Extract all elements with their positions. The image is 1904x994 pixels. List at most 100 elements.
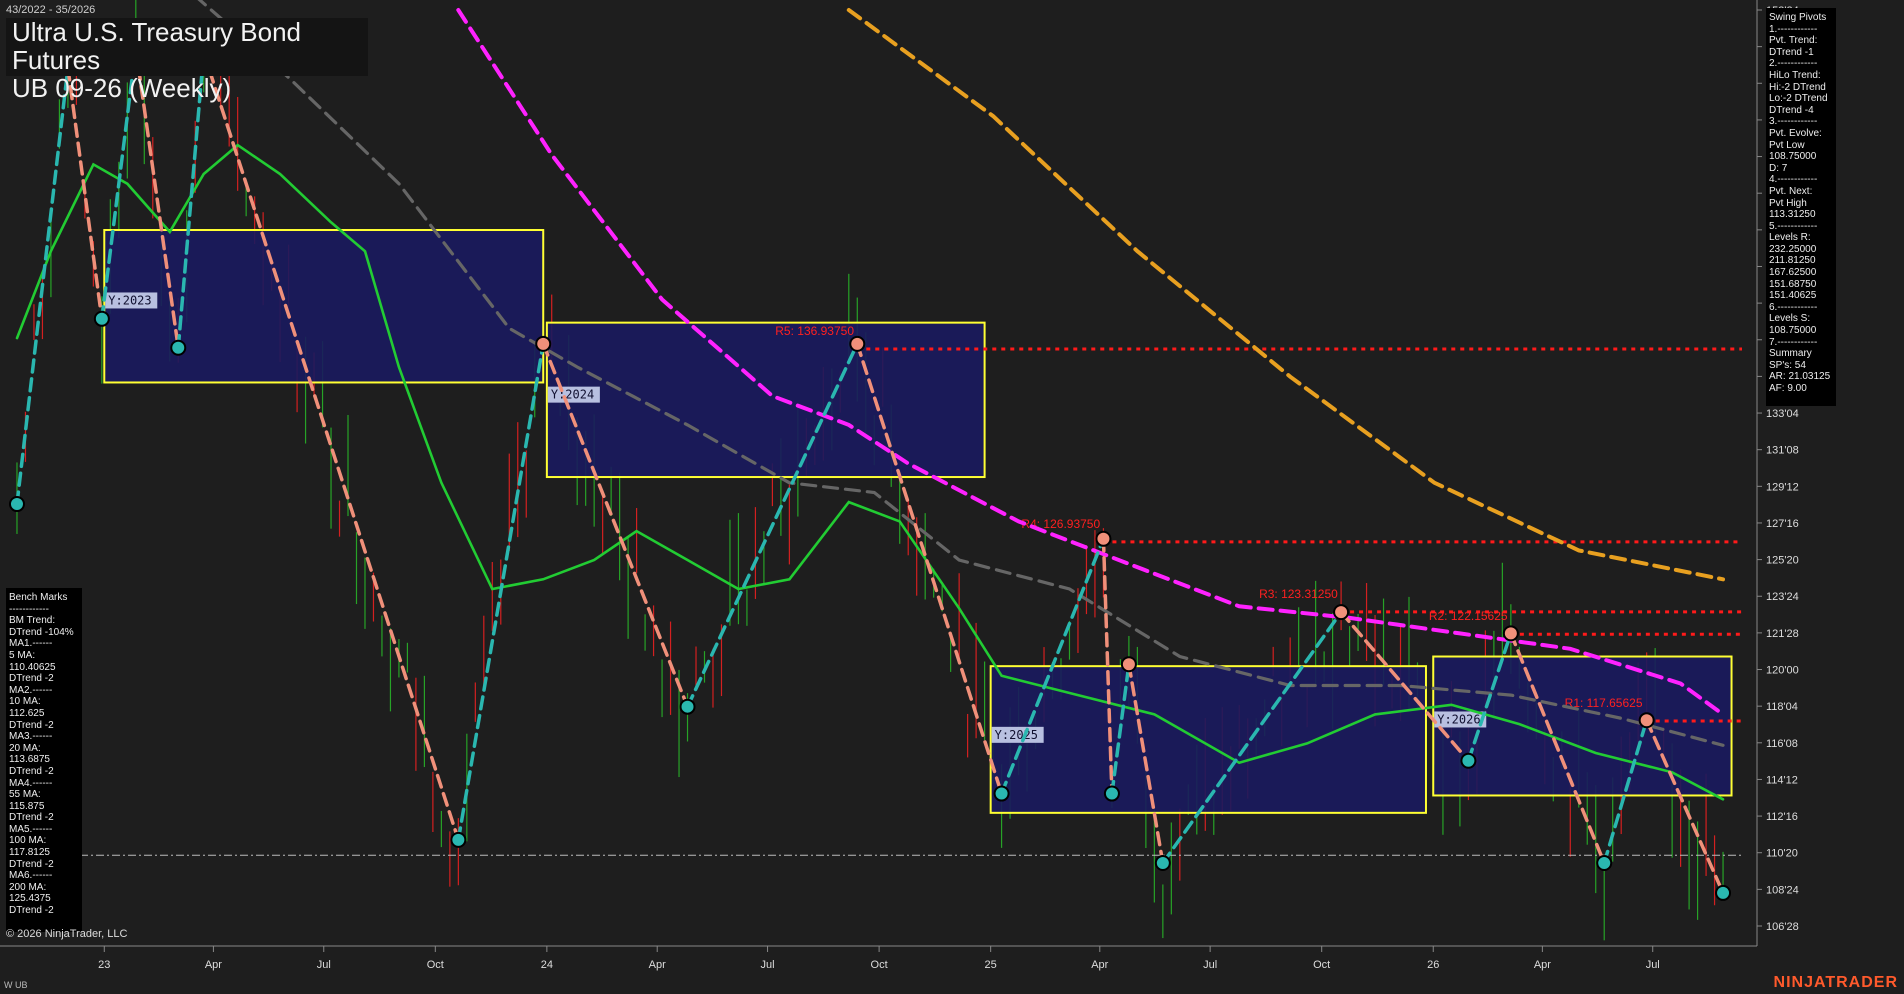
bench-marks-line: ------------ — [9, 603, 49, 615]
chart-title: Ultra U.S. Treasury Bond Futures — [12, 17, 301, 75]
swing-point — [1715, 884, 1732, 901]
resistance-label: R3: 123.31250 — [1259, 587, 1338, 601]
swing-point — [8, 496, 25, 513]
x-tick-label: 23 — [98, 959, 110, 971]
y-tick-label: 127'16 — [1766, 518, 1799, 530]
x-tick-label: 25 — [985, 959, 997, 971]
date-range: 43/2022 - 35/2026 — [6, 4, 96, 16]
swing-pivots-line: Levels S: — [1769, 313, 1811, 325]
swing-pivots-line: 6.------------ — [1769, 301, 1818, 313]
year-label: Y:2023 — [108, 293, 151, 307]
swing-pivots-line: AR: 21.03125 — [1769, 371, 1831, 383]
swing-pivots-line: 5.------------ — [1769, 220, 1818, 232]
swing-pivots-line: 108.75000 — [1769, 325, 1817, 337]
bench-marks-line: DTrend -2 — [9, 858, 54, 870]
swing-pivots-line: Pvt. Evolve: — [1769, 127, 1822, 139]
swing-pivots-line: Hi:-2 DTrend — [1769, 81, 1826, 93]
y-tick-label: 129'12 — [1766, 481, 1799, 493]
title-box: Ultra U.S. Treasury Bond Futures UB 09-2… — [6, 17, 368, 102]
x-tick-label: Jul — [761, 959, 775, 971]
bench-marks-line: 112.625 — [9, 707, 45, 719]
swing-pivots-line: 211.81250 — [1769, 255, 1816, 267]
bench-marks-line: BM Trend: — [9, 615, 56, 627]
swing-pivots-line: 151.40625 — [1769, 290, 1817, 302]
bench-marks-line: DTrend -2 — [9, 673, 54, 685]
bench-marks-line: 110.40625 — [9, 661, 56, 673]
x-tick-label: Apr — [1534, 959, 1551, 971]
x-tick-label: Apr — [1091, 959, 1108, 971]
swing-pivots-line: SP's: 54 — [1769, 359, 1806, 371]
bench-marks-line: MA5.------ — [9, 823, 53, 835]
swing-point — [849, 335, 866, 352]
swing-point — [93, 310, 110, 327]
x-tick-label: Apr — [649, 959, 666, 971]
y-tick-label: 116'08 — [1766, 738, 1798, 750]
bench-marks-panel: Bench Marks ------------ BM Trend: DTrend -… — [6, 588, 82, 932]
swing-point — [1596, 855, 1613, 872]
swing-pivots-line: Pvt Low — [1769, 139, 1805, 151]
y-tick-label: 121'28 — [1766, 628, 1799, 640]
x-tick-label: 26 — [1427, 959, 1439, 971]
swing-pivots-line: 232.25000 — [1769, 243, 1817, 255]
bench-marks-line: DTrend -2 — [9, 812, 54, 824]
swing-pivots-line: 108.75000 — [1769, 151, 1817, 163]
bench-marks-line: Bench Marks — [9, 592, 68, 603]
swing-pivots-line: 4.------------ — [1769, 174, 1818, 186]
chart-subtitle: UB 09-26 (Weekly) — [12, 73, 232, 103]
bench-marks-line: 113.6875 — [9, 754, 50, 766]
swing-pivots-line: Pvt. Trend: — [1769, 35, 1818, 47]
price-chart[interactable]: Y:2023Y:2024Y:2025Y:2026 R5: 136.93750R4… — [0, 0, 1904, 994]
bench-marks-line: 125.4375 — [9, 893, 51, 905]
swing-pivots-line: 113.31250 — [1769, 209, 1816, 221]
swing-pivots-line: HiLo Trend: — [1769, 69, 1821, 81]
bench-marks-line: MA2.------ — [9, 684, 53, 696]
year-label: Y:2025 — [995, 728, 1038, 742]
instrument-label: W UB — [4, 980, 28, 990]
brand-logo: NINJATRADER — [1773, 974, 1898, 991]
bench-marks-line: 20 MA: — [9, 742, 41, 754]
y-tick-label: 110'20 — [1766, 848, 1798, 860]
bench-marks-line: DTrend -2 — [9, 905, 54, 917]
y-tick-label: 131'08 — [1766, 445, 1799, 457]
y-tick-label: 118'04 — [1766, 701, 1798, 713]
y-tick-label: 114'12 — [1766, 774, 1798, 786]
swing-point — [679, 698, 696, 715]
bench-marks-line: MA3.------ — [9, 731, 53, 743]
swing-point — [1333, 604, 1350, 621]
bench-marks-line: DTrend -2 — [9, 719, 54, 731]
year-label: Y:2026 — [1437, 712, 1480, 726]
year-label: Y:2024 — [551, 388, 594, 402]
swing-pivots-line: Swing Pivots — [1769, 12, 1827, 23]
swing-point — [1460, 752, 1477, 769]
swing-point — [1154, 855, 1171, 872]
chart-background — [0, 0, 1904, 994]
swing-point — [1638, 712, 1655, 729]
x-tick-label: 24 — [541, 959, 553, 971]
y-tick-label: 108'24 — [1766, 884, 1799, 896]
bench-marks-line: 10 MA: — [9, 696, 41, 708]
swing-pivots-panel: Swing Pivots 1.------------ Pvt. Trend: DTr… — [1766, 8, 1836, 406]
swing-pivots-line: 1.------------ — [1769, 23, 1818, 35]
swing-pivots-line: 7.------------ — [1769, 336, 1818, 348]
y-tick-label: 133'04 — [1766, 408, 1799, 420]
bench-marks-line: MA1.------ — [9, 638, 53, 650]
swing-pivots-line: 2.------------ — [1769, 58, 1818, 70]
bench-marks-line: MA4.------ — [9, 777, 53, 789]
swing-pivots-line: DTrend -4 — [1769, 104, 1814, 116]
resistance-label: R5: 136.93750 — [775, 324, 854, 338]
year-box — [989, 665, 1427, 814]
swing-pivots-line: DTrend -1 — [1769, 46, 1814, 58]
swing-point — [535, 335, 552, 352]
bench-marks-line: 55 MA: — [9, 789, 41, 801]
swing-pivots-line: Pvt High — [1769, 197, 1807, 209]
swing-point — [1502, 625, 1519, 642]
swing-point — [1103, 785, 1120, 802]
bench-marks-line: MA6.------ — [9, 870, 53, 882]
x-tick-label: Jul — [1203, 959, 1217, 971]
copyright: © 2026 NinjaTrader, LLC — [6, 928, 128, 940]
x-tick-label: Apr — [205, 959, 222, 971]
y-tick-label: 123'24 — [1766, 591, 1799, 603]
bench-marks-line: DTrend -2 — [9, 765, 54, 777]
x-tick-label: Jul — [317, 959, 331, 971]
swing-point — [1095, 530, 1112, 547]
